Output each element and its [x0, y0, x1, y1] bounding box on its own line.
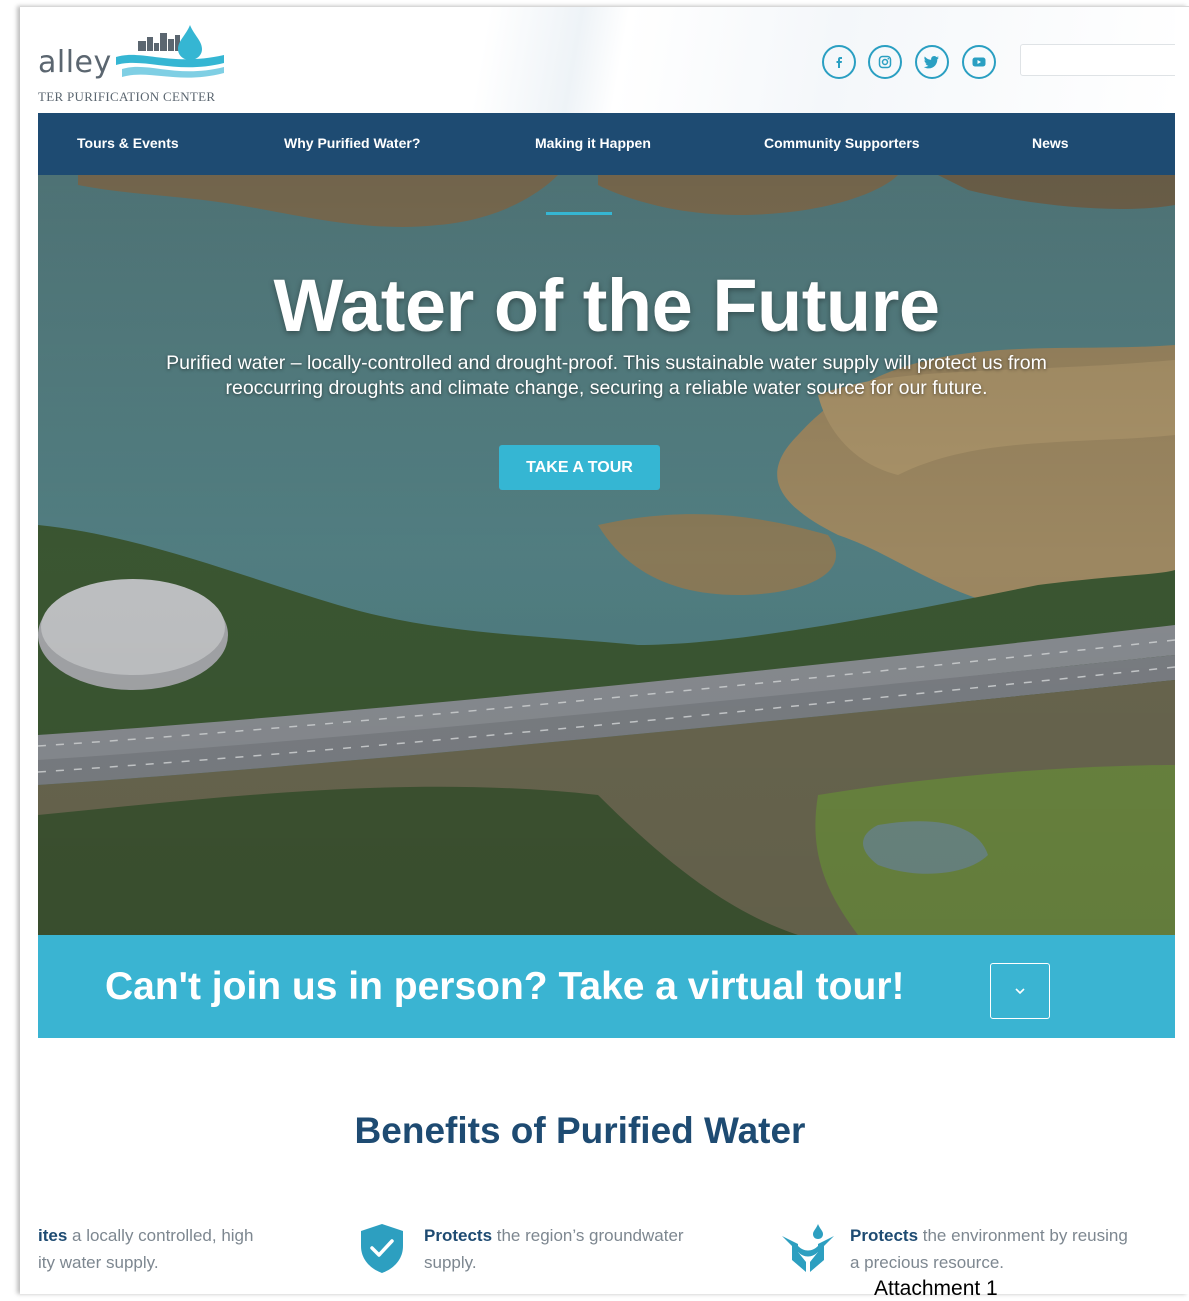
hero-subtitle: Purified water – locally-controlled and …	[78, 351, 1135, 401]
benefit-2-line1: the region’s groundwater	[492, 1226, 684, 1245]
site-header: alley TER PURIFICATION CENTER	[20, 7, 1175, 113]
hero-accent-bar	[546, 212, 612, 215]
nav-why-purified-water[interactable]: Why Purified Water?	[284, 135, 420, 151]
virtual-tour-expand-button[interactable]	[990, 963, 1050, 1019]
search-input[interactable]	[1020, 44, 1175, 76]
benefit-1-line1: a locally controlled, high	[67, 1226, 254, 1245]
benefit-item-3: Protects the environment by reusing a pr…	[850, 1222, 1128, 1276]
chevron-down-icon	[1015, 988, 1025, 995]
virtual-tour-banner: Can't join us in person? Take a virtual …	[38, 935, 1175, 1038]
youtube-link[interactable]	[962, 45, 996, 79]
instagram-icon	[878, 55, 892, 69]
hero-subtitle-line2: reoccurring droughts and climate change,…	[225, 377, 988, 399]
hands-water-drop-icon	[782, 1224, 834, 1272]
nav-community-supporters[interactable]: Community Supporters	[764, 135, 920, 151]
logo-wordmark[interactable]: alley	[38, 45, 112, 80]
main-nav: Tours & Events Why Purified Water? Makin…	[38, 113, 1175, 175]
youtube-icon	[972, 57, 986, 67]
facebook-icon	[836, 57, 842, 68]
benefit-item-1: ites a locally controlled, high ity wate…	[38, 1222, 253, 1276]
nav-news[interactable]: News	[1032, 135, 1069, 151]
attachment-caption: Attachment 1	[874, 1277, 998, 1300]
logo-subtitle: TER PURIFICATION CENTER	[38, 89, 216, 104]
facebook-link[interactable]	[822, 45, 856, 79]
shield-check-icon	[361, 1224, 403, 1273]
benefit-3-line1: the environment by reusing	[918, 1226, 1128, 1245]
benefit-3-line2: a precious resource.	[850, 1253, 1005, 1272]
twitter-link[interactable]	[915, 45, 949, 79]
hero-section: Water of the Future Purified water – loc…	[38, 175, 1175, 935]
hero-title: Water of the Future	[273, 264, 940, 347]
instagram-link[interactable]	[868, 45, 902, 79]
benefit-item-2: Protects the region’s groundwater supply…	[424, 1222, 684, 1276]
benefit-2-line2: supply.	[424, 1253, 477, 1272]
hero-subtitle-line1: Purified water – locally-controlled and …	[166, 352, 1047, 374]
benefit-1-line2: ity water supply.	[38, 1253, 159, 1272]
virtual-tour-text: Can't join us in person? Take a virtual …	[105, 965, 905, 1008]
benefits-title: Benefits of Purified Water	[354, 1110, 806, 1151]
benefit-3-bold: Protects	[850, 1226, 919, 1245]
twitter-icon	[924, 56, 939, 69]
logo-mark-icon	[116, 25, 224, 78]
nav-tours-events[interactable]: Tours & Events	[77, 135, 179, 151]
benefit-1-bold: ites	[38, 1226, 68, 1245]
nav-making-it-happen[interactable]: Making it Happen	[535, 135, 651, 151]
benefit-2-bold: Protects	[424, 1226, 493, 1245]
take-a-tour-button[interactable]: TAKE A TOUR	[499, 445, 660, 490]
